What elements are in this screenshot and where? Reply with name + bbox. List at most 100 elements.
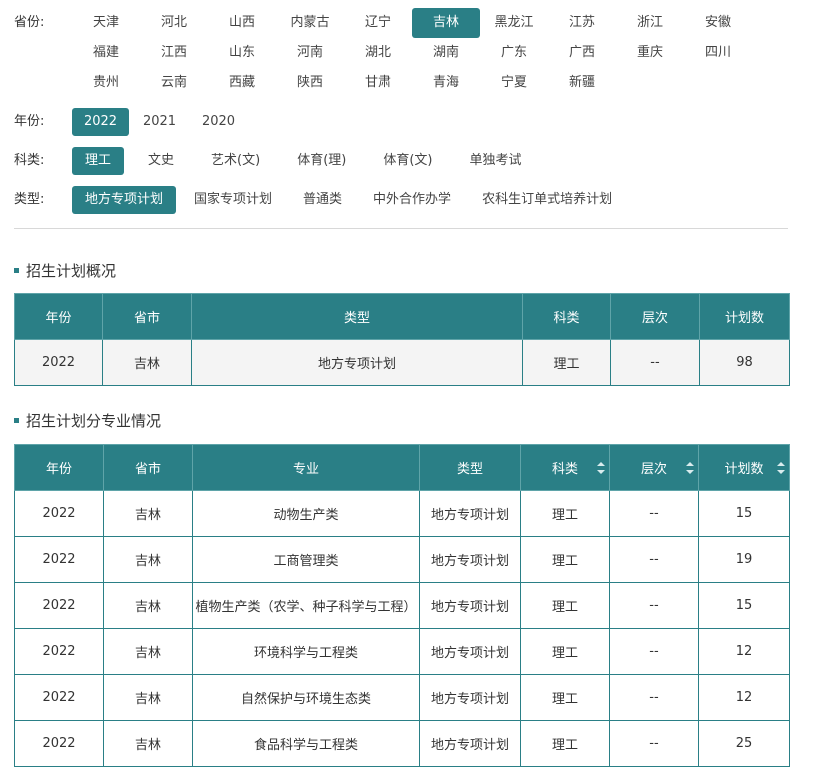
column-header: 年份 xyxy=(14,293,103,340)
year-option[interactable]: 2022 xyxy=(72,108,129,136)
table-cell: 2022 xyxy=(14,674,104,721)
province-option[interactable]: 江苏 xyxy=(548,8,616,38)
table-cell: 2022 xyxy=(14,720,104,767)
table-cell: -- xyxy=(609,490,699,537)
column-header: 省市 xyxy=(102,293,192,340)
year-filter: 年份: 2022 2021 2020 xyxy=(14,108,249,136)
overview-table-header: 年份 省市 类型 科类 层次 计划数 xyxy=(14,293,790,340)
subject-option[interactable]: 体育(理) xyxy=(284,147,359,175)
sort-icon[interactable] xyxy=(597,462,605,474)
province-option[interactable]: 天津 xyxy=(72,8,140,38)
subject-option[interactable]: 体育(文) xyxy=(370,147,445,175)
table-cell: 15 xyxy=(698,582,790,629)
table-cell: 2022 xyxy=(14,536,104,583)
majors-table-header: 年份 省市 专业 类型 科类 层次 计划数 xyxy=(14,444,790,491)
table-row: 2022 吉林 环境科学与工程类 地方专项计划 理工 -- 12 xyxy=(14,628,790,675)
year-option[interactable]: 2020 xyxy=(190,108,247,136)
subject-option[interactable]: 艺术(文) xyxy=(198,147,273,175)
table-cell: 地方专项计划 xyxy=(419,582,521,629)
province-option[interactable]: 重庆 xyxy=(616,38,684,68)
province-option[interactable]: 广西 xyxy=(548,38,616,68)
column-header[interactable]: 层次 xyxy=(609,444,699,491)
table-cell: 理工 xyxy=(520,582,610,629)
table-cell: 2022 xyxy=(14,339,103,386)
table-cell: 吉林 xyxy=(103,628,193,675)
type-option[interactable]: 地方专项计划 xyxy=(72,186,177,214)
sort-icon[interactable] xyxy=(686,462,694,474)
table-cell: 理工 xyxy=(520,490,610,537)
province-option[interactable]: 吉林 xyxy=(412,8,480,38)
table-row: 2022 吉林 工商管理类 地方专项计划 理工 -- 19 xyxy=(14,536,790,583)
column-header[interactable]: 科类 xyxy=(520,444,610,491)
majors-section-title: 招生计划分专业情况 xyxy=(14,410,161,431)
table-cell: 自然保护与环境生态类 xyxy=(192,674,420,721)
province-option[interactable]: 湖北 xyxy=(344,38,412,68)
type-label: 类型: xyxy=(14,192,45,207)
column-header-label: 层次 xyxy=(640,462,667,477)
table-cell: 吉林 xyxy=(103,490,193,537)
column-header-label: 省市 xyxy=(133,311,160,326)
table-cell: 环境科学与工程类 xyxy=(192,628,420,675)
column-header: 科类 xyxy=(522,293,611,340)
type-option[interactable]: 中外合作办学 xyxy=(360,186,464,214)
type-option[interactable]: 国家专项计划 xyxy=(181,186,285,214)
subject-option[interactable]: 单独考试 xyxy=(457,147,535,175)
table-row: 2022 吉林 动物生产类 地方专项计划 理工 -- 15 xyxy=(14,490,790,537)
table-cell: 吉林 xyxy=(103,674,193,721)
section-marker-icon xyxy=(14,418,19,423)
overview-section-title: 招生计划概况 xyxy=(14,260,116,281)
province-option[interactable]: 河北 xyxy=(140,8,208,38)
table-cell: -- xyxy=(609,720,699,767)
province-filter: 省份: 天津 河北 山西 内蒙古 辽宁 吉林 黑龙江 江苏 浙江 安徽 福建 江西 山东 河南 湖北 湖南 广东… xyxy=(14,8,762,98)
column-header-label: 计划数 xyxy=(724,462,764,477)
province-option[interactable]: 山西 xyxy=(208,8,276,38)
sort-icon[interactable] xyxy=(777,462,785,474)
province-option[interactable]: 福建 xyxy=(72,38,140,68)
table-cell: 食品科学与工程类 xyxy=(192,720,420,767)
province-option[interactable]: 宁夏 xyxy=(480,68,548,98)
province-option[interactable]: 浙江 xyxy=(616,8,684,38)
year-option[interactable]: 2021 xyxy=(131,108,188,136)
province-option[interactable]: 贵州 xyxy=(72,68,140,98)
table-cell: -- xyxy=(609,674,699,721)
table-cell: -- xyxy=(610,339,700,386)
column-header-label: 科类 xyxy=(551,462,578,477)
table-row: 2022 吉林 食品科学与工程类 地方专项计划 理工 -- 25 xyxy=(14,720,790,767)
table-cell: 地方专项计划 xyxy=(419,628,521,675)
province-option[interactable]: 甘肃 xyxy=(344,68,412,98)
province-option[interactable]: 青海 xyxy=(412,68,480,98)
table-cell: -- xyxy=(609,628,699,675)
province-option[interactable]: 黑龙江 xyxy=(480,8,548,38)
column-header: 年份 xyxy=(14,444,104,491)
table-row: 2022 吉林 植物生产类（农学、种子科学与工程） 地方专项计划 理工 -- 15 xyxy=(14,582,790,629)
province-option[interactable]: 陕西 xyxy=(276,68,344,98)
table-cell: 地方专项计划 xyxy=(419,490,521,537)
subject-option[interactable]: 文史 xyxy=(135,147,187,175)
column-header-label: 年份 xyxy=(45,311,72,326)
province-options: 天津 河北 山西 内蒙古 辽宁 吉林 黑龙江 江苏 浙江 安徽福建 江西 山东 河南 湖北 湖南 广东 广西 重庆… xyxy=(72,8,762,98)
province-option[interactable]: 山东 xyxy=(208,38,276,68)
majors-title-text: 招生计划分专业情况 xyxy=(26,412,162,430)
column-header: 类型 xyxy=(191,293,523,340)
table-cell: 理工 xyxy=(520,720,610,767)
table-cell: 理工 xyxy=(520,674,610,721)
province-option[interactable]: 新疆 xyxy=(548,68,616,98)
column-header[interactable]: 计划数 xyxy=(698,444,790,491)
province-option[interactable]: 辽宁 xyxy=(344,8,412,38)
majors-table: 年份 省市 专业 类型 科类 层次 计划数 2022 吉林 动物生产类 地方专项计划 理工 -- 15 2… xyxy=(14,444,790,767)
type-option[interactable]: 普通类 xyxy=(290,186,355,214)
province-option[interactable]: 西藏 xyxy=(208,68,276,98)
province-option[interactable]: 湖南 xyxy=(412,38,480,68)
province-option[interactable]: 河南 xyxy=(276,38,344,68)
province-option[interactable]: 广东 xyxy=(480,38,548,68)
province-option[interactable]: 云南 xyxy=(140,68,208,98)
overview-title-text: 招生计划概况 xyxy=(26,262,117,280)
table-cell: -- xyxy=(609,582,699,629)
province-option[interactable]: 内蒙古 xyxy=(276,8,344,38)
province-option[interactable]: 安徽 xyxy=(684,8,752,38)
type-option[interactable]: 农科生订单式培养计划 xyxy=(469,186,625,214)
province-option[interactable]: 江西 xyxy=(140,38,208,68)
table-cell: 动物生产类 xyxy=(192,490,420,537)
province-option[interactable]: 四川 xyxy=(684,38,752,68)
subject-option[interactable]: 理工 xyxy=(72,147,125,175)
